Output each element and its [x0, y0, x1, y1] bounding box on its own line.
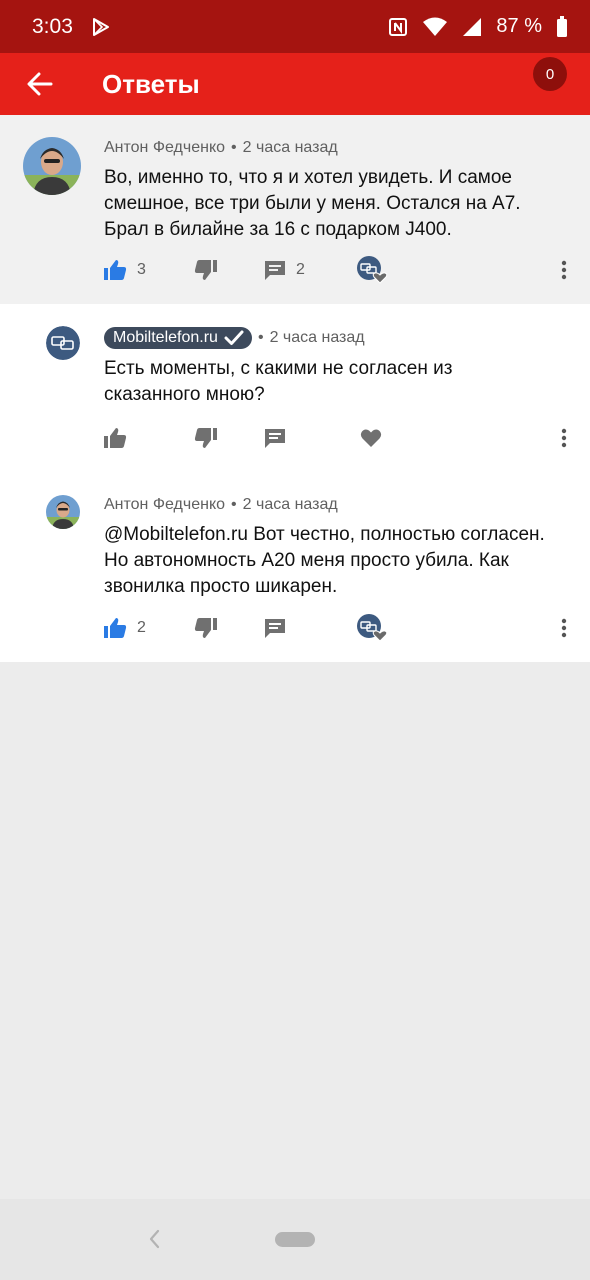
- author-name[interactable]: Антон Федченко: [104, 139, 225, 157]
- creator-heart[interactable]: [356, 253, 388, 287]
- heart-button[interactable]: [360, 421, 382, 455]
- reply-count: 2: [296, 261, 305, 278]
- comment-meta: Антон Федченко • 2 часа назад: [104, 139, 338, 157]
- like-button[interactable]: 2: [103, 611, 146, 645]
- like-count: 3: [137, 261, 146, 278]
- separator-dot: •: [231, 139, 237, 156]
- comment-actions: [0, 421, 590, 455]
- author-name[interactable]: Антон Федченко: [104, 496, 225, 514]
- comment-time: 2 часа назад: [269, 329, 365, 346]
- comment-time: 2 часа назад: [242, 139, 338, 156]
- avatar[interactable]: [23, 137, 81, 195]
- more-button[interactable]: [556, 253, 572, 287]
- status-bar: 3:03 87 %: [0, 0, 590, 53]
- dislike-button[interactable]: [194, 421, 218, 455]
- reply-button[interactable]: 2: [264, 253, 305, 287]
- thumbs-up-icon: [104, 428, 127, 448]
- more-vert-icon: [561, 260, 567, 280]
- comment-meta: Антон Федченко • 2 часа назад: [104, 496, 338, 514]
- arrow-back-icon: [27, 72, 53, 96]
- comment-text: Во, именно то, что я и хотел увидеть. И …: [104, 167, 521, 240]
- system-nav-bar: [0, 1199, 590, 1280]
- comment-item: Mobiltelefon.ru • 2 часа назад Есть моме…: [0, 304, 590, 474]
- battery-icon: [556, 15, 568, 38]
- comment-actions: 2: [0, 611, 590, 645]
- chevron-left-icon: [149, 1229, 160, 1249]
- more-button[interactable]: [556, 421, 572, 455]
- comment-item: Антон Федченко • 2 часа назад Во, именно…: [0, 115, 590, 304]
- creator-heart[interactable]: [356, 611, 388, 645]
- page-title: Ответы: [102, 68, 200, 99]
- thumbs-down-icon: [194, 260, 217, 280]
- creator-heart-icon: [357, 614, 388, 642]
- verified-check-icon: [224, 330, 244, 345]
- signal-icon: [462, 17, 482, 37]
- reply-button[interactable]: [264, 421, 286, 455]
- comment-icon: [265, 261, 285, 280]
- channel-avatar[interactable]: [46, 326, 80, 360]
- nav-back-button[interactable]: [146, 1227, 164, 1251]
- thumbs-down-icon: [194, 428, 217, 448]
- comment-actions: 3 2: [0, 253, 590, 287]
- thumbs-up-icon: [104, 260, 127, 280]
- like-button[interactable]: 3: [103, 253, 146, 287]
- comment-icon: [265, 619, 285, 638]
- like-count: 2: [137, 619, 146, 636]
- comment-item: Антон Федченко • 2 часа назад @Mobiltele…: [0, 474, 590, 662]
- dislike-button[interactable]: [194, 253, 218, 287]
- dislike-button[interactable]: [194, 611, 218, 645]
- heart-icon: [360, 429, 382, 447]
- comment-icon: [265, 429, 285, 448]
- status-time: 3:03: [32, 14, 73, 38]
- count-badge[interactable]: 0: [533, 57, 567, 91]
- play-store-icon: [91, 17, 111, 37]
- author-name: Mobiltelefon.ru: [113, 329, 218, 346]
- separator-dot: •: [257, 329, 264, 346]
- comment-text: @Mobiltelefon.ru Вот честно, полностью с…: [104, 524, 545, 597]
- channel-owner-badge[interactable]: Mobiltelefon.ru: [104, 327, 252, 349]
- more-button[interactable]: [556, 611, 572, 645]
- nav-home-pill[interactable]: [275, 1232, 315, 1247]
- back-button[interactable]: [20, 64, 60, 104]
- more-vert-icon: [561, 618, 567, 638]
- comment-time: 2 часа назад: [242, 496, 338, 513]
- creator-heart-icon: [357, 256, 388, 284]
- nfc-icon: [388, 17, 408, 37]
- app-bar: Ответы 0: [0, 53, 590, 115]
- avatar[interactable]: [46, 495, 80, 529]
- comment-meta: Mobiltelefon.ru • 2 часа назад: [104, 327, 365, 349]
- more-vert-icon: [561, 428, 567, 448]
- like-button[interactable]: [103, 421, 127, 455]
- thumbs-up-icon: [104, 618, 127, 638]
- thumbs-down-icon: [194, 618, 217, 638]
- wifi-icon: [422, 17, 448, 37]
- separator-dot: •: [231, 496, 237, 513]
- comment-text: Есть моменты, с какими не согласен из ск…: [104, 358, 453, 405]
- battery-percent: 87 %: [496, 15, 542, 37]
- reply-button[interactable]: [264, 611, 286, 645]
